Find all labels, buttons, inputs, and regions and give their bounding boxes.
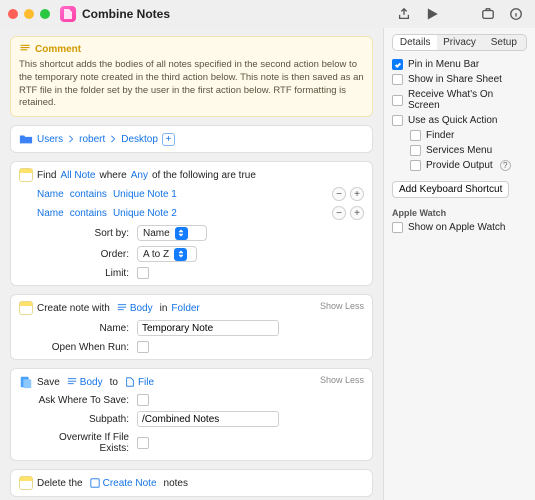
comment-icon (19, 43, 31, 55)
ask-where-label: Ask Where To Save: (37, 395, 129, 406)
chevron-right-icon (109, 135, 117, 143)
remove-filter-button[interactable]: − (332, 206, 346, 220)
comment-text[interactable]: This shortcut adds the bodies of all not… (19, 59, 364, 110)
limit-label: Limit: (37, 268, 129, 279)
token-file[interactable]: File (122, 377, 157, 388)
delete-notes-action[interactable]: Delete the Create Note notes (10, 469, 373, 497)
notes-app-icon (19, 476, 33, 490)
subpath-label: Subpath: (37, 414, 129, 425)
token-body[interactable]: Body (114, 303, 156, 314)
chevron-updown-icon (174, 248, 187, 261)
token-create-note[interactable]: Create Note (87, 478, 160, 489)
add-filter-button[interactable]: + (350, 206, 364, 220)
apple-watch-label: Show on Apple Watch (408, 222, 505, 233)
sort-select[interactable]: Name (137, 225, 207, 241)
filter-field[interactable]: Name (37, 208, 64, 219)
share-button[interactable] (393, 4, 415, 24)
apple-watch-checkbox[interactable] (392, 222, 403, 233)
breadcrumb-seg[interactable]: Users (37, 134, 63, 145)
text-lines-icon (67, 377, 77, 387)
services-label: Services Menu (426, 145, 492, 156)
breadcrumb-seg[interactable]: robert (79, 134, 105, 145)
folder-action[interactable]: Users robert Desktop + (10, 125, 373, 153)
create-note-action[interactable]: Show Less Create note with Body in Folde… (10, 294, 373, 360)
breadcrumb-seg[interactable]: Desktop (121, 134, 158, 145)
shortcut-app-icon (60, 6, 76, 22)
window-controls (8, 9, 50, 19)
open-when-run-checkbox[interactable] (137, 341, 149, 353)
ask-where-checkbox[interactable] (137, 394, 149, 406)
apple-watch-heading: Apple Watch (392, 208, 527, 218)
overwrite-label: Overwrite If File Exists: (37, 432, 129, 454)
library-button[interactable] (477, 4, 499, 24)
subpath-input[interactable] (137, 411, 279, 427)
quick-action-checkbox[interactable] (392, 115, 403, 126)
filter-value[interactable]: Unique Note 1 (113, 189, 177, 200)
output-checkbox[interactable] (410, 160, 421, 171)
order-label: Order: (37, 249, 129, 260)
note-icon (90, 478, 100, 488)
token-folder[interactable]: Folder (171, 303, 199, 314)
help-icon[interactable]: ? (500, 160, 511, 171)
chevron-updown-icon (175, 227, 188, 240)
add-path-button[interactable]: + (162, 133, 175, 146)
share-sheet-label: Show in Share Sheet (408, 74, 502, 85)
close-window-button[interactable] (8, 9, 18, 19)
finder-checkbox[interactable] (410, 130, 421, 141)
window-title: Combine Notes (82, 7, 170, 21)
find-notes-action[interactable]: Find All Note where Any of the following… (10, 161, 373, 286)
finder-label: Finder (426, 130, 454, 141)
token-any[interactable]: Any (131, 170, 148, 181)
details-tabs: Details Privacy Setup (392, 34, 527, 51)
tab-privacy[interactable]: Privacy (437, 35, 481, 50)
overwrite-checkbox[interactable] (137, 437, 149, 449)
remove-filter-button[interactable]: − (332, 187, 346, 201)
show-less-button[interactable]: Show Less (320, 301, 364, 311)
share-sheet-checkbox[interactable] (392, 74, 403, 85)
name-label: Name: (37, 323, 129, 334)
token-body[interactable]: Body (64, 377, 106, 388)
details-panel: Details Privacy Setup Pin in Menu Bar Sh… (383, 28, 535, 500)
filter-op[interactable]: contains (70, 189, 107, 200)
comment-label: Comment (35, 44, 81, 55)
quick-action-label: Use as Quick Action (408, 115, 497, 126)
receive-screen-checkbox[interactable] (392, 95, 403, 106)
receive-screen-label: Receive What's On Screen (408, 89, 527, 111)
sort-label: Sort by: (37, 228, 129, 239)
notes-app-icon (19, 168, 33, 182)
filter-field[interactable]: Name (37, 189, 64, 200)
text-lines-icon (117, 303, 127, 313)
save-file-action[interactable]: Show Less Save Body to File (10, 368, 373, 461)
pin-menubar-checkbox[interactable] (392, 59, 403, 70)
add-keyboard-shortcut-button[interactable]: Add Keyboard Shortcut (392, 181, 509, 198)
tab-setup[interactable]: Setup (482, 35, 526, 50)
zoom-window-button[interactable] (40, 9, 50, 19)
services-checkbox[interactable] (410, 145, 421, 156)
actions-editor: Comment This shortcut adds the bodies of… (0, 28, 383, 500)
token-all-note[interactable]: All Note (60, 170, 95, 181)
notes-app-icon (19, 301, 33, 315)
filter-op[interactable]: contains (70, 208, 107, 219)
filter-row: Name contains Unique Note 2 − + (37, 206, 364, 220)
note-name-input[interactable] (137, 320, 279, 336)
chevron-right-icon (67, 135, 75, 143)
minimize-window-button[interactable] (24, 9, 34, 19)
info-button[interactable] (505, 4, 527, 24)
add-filter-button[interactable]: + (350, 187, 364, 201)
file-icon (125, 377, 135, 387)
show-less-button[interactable]: Show Less (320, 375, 364, 385)
tab-details[interactable]: Details (393, 35, 437, 50)
pin-menubar-label: Pin in Menu Bar (408, 59, 479, 70)
comment-action[interactable]: Comment This shortcut adds the bodies of… (10, 36, 373, 117)
open-when-run-label: Open When Run: (37, 342, 129, 353)
run-button[interactable] (421, 4, 443, 24)
window-titlebar: Combine Notes (0, 0, 535, 28)
filter-row: Name contains Unique Note 1 − + (37, 187, 364, 201)
order-select[interactable]: A to Z (137, 246, 197, 262)
documents-app-icon (19, 375, 33, 389)
output-label: Provide Output (426, 160, 493, 171)
folder-icon (19, 132, 33, 146)
filter-value[interactable]: Unique Note 2 (113, 208, 177, 219)
limit-checkbox[interactable] (137, 267, 149, 279)
